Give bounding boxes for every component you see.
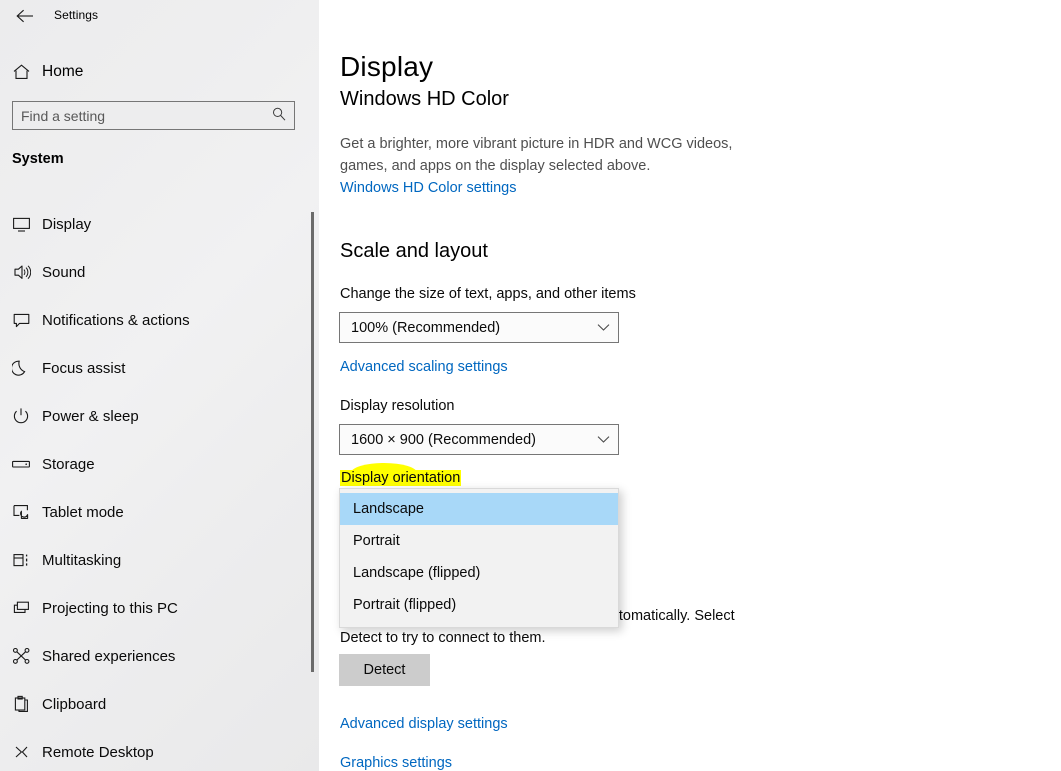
- sidebar-item-storage[interactable]: Storage: [0, 440, 300, 488]
- multitasking-icon: [0, 552, 42, 569]
- scale-dropdown[interactable]: 100% (Recommended): [339, 312, 619, 343]
- title-bar: Settings: [0, 0, 319, 32]
- sidebar-item-label: Clipboard: [42, 695, 107, 713]
- sidebar-item-projecting[interactable]: Projecting to this PC: [0, 584, 300, 632]
- dropdown-option-portrait[interactable]: Portrait: [340, 525, 618, 557]
- sidebar-item-multitasking[interactable]: Multitasking: [0, 536, 300, 584]
- chat-bubble-icon: [0, 312, 42, 329]
- resolution-dropdown-value: 1600 × 900 (Recommended): [351, 431, 536, 448]
- sidebar-item-label: Home: [42, 63, 84, 80]
- sidebar-item-label: Projecting to this PC: [42, 599, 178, 617]
- search-button[interactable]: [264, 102, 294, 129]
- hd-color-heading: Windows HD Color: [340, 88, 509, 110]
- sidebar-item-display[interactable]: Display: [0, 200, 300, 248]
- scale-and-layout-heading: Scale and layout: [340, 240, 488, 262]
- sidebar-section-heading: System: [12, 151, 64, 167]
- sidebar-item-shared-experiences[interactable]: Shared experiences: [0, 632, 300, 680]
- sidebar-item-label: Tablet mode: [42, 503, 124, 521]
- sidebar-nav-list: Display Sound Notifications & actions Fo…: [0, 200, 312, 771]
- share-nodes-icon: [0, 647, 42, 665]
- dropdown-option-portrait-flipped[interactable]: Portrait (flipped): [340, 589, 618, 621]
- sidebar-item-remote-desktop[interactable]: Remote Desktop: [0, 728, 300, 771]
- sidebar: Settings Home System: [0, 0, 319, 771]
- dropdown-option-landscape[interactable]: Landscape: [340, 493, 618, 525]
- sidebar-item-label: Focus assist: [42, 359, 126, 377]
- clipboard-icon: [0, 695, 42, 713]
- page-title: Display: [340, 51, 434, 82]
- resolution-label: Display resolution: [340, 398, 455, 414]
- sidebar-item-label: Multitasking: [42, 551, 122, 569]
- orientation-dropdown-list[interactable]: Landscape Portrait Landscape (flipped) P…: [339, 488, 619, 628]
- chevron-down-icon: [588, 323, 618, 332]
- drive-icon: [0, 457, 42, 471]
- sidebar-item-tablet-mode[interactable]: Tablet mode: [0, 488, 300, 536]
- advanced-display-settings-link[interactable]: Advanced display settings: [340, 716, 508, 732]
- detect-button[interactable]: Detect: [339, 654, 430, 686]
- sidebar-item-label: Remote Desktop: [42, 743, 154, 761]
- sidebar-item-label: Storage: [42, 455, 95, 473]
- projecting-icon: [0, 600, 42, 616]
- scale-label: Change the size of text, apps, and other…: [340, 286, 636, 302]
- back-arrow-icon: [15, 8, 35, 24]
- monitor-icon: [0, 216, 42, 233]
- remote-desktop-icon: [0, 744, 42, 760]
- sidebar-item-label: Shared experiences: [42, 647, 176, 665]
- main-content: Display Windows HD Color Get a brighter,…: [319, 0, 1061, 771]
- search-box[interactable]: [12, 101, 295, 130]
- orientation-label: Display orientation: [340, 470, 462, 486]
- speaker-icon: [0, 264, 42, 281]
- sidebar-item-sound[interactable]: Sound: [0, 248, 300, 296]
- chevron-down-icon: [588, 435, 618, 444]
- sidebar-scrollbar-thumb[interactable]: [311, 212, 314, 672]
- back-button[interactable]: [6, 0, 44, 32]
- search-icon: [271, 106, 287, 125]
- advanced-scaling-settings-link[interactable]: Advanced scaling settings: [340, 359, 508, 375]
- tablet-touch-icon: [0, 503, 42, 521]
- search-input[interactable]: [13, 102, 264, 129]
- sidebar-item-home[interactable]: Home: [0, 54, 300, 90]
- window-title: Settings: [54, 8, 99, 22]
- power-icon: [0, 407, 42, 425]
- moon-icon: [0, 359, 42, 377]
- sidebar-item-notifications[interactable]: Notifications & actions: [0, 296, 300, 344]
- resolution-dropdown[interactable]: 1600 × 900 (Recommended): [339, 424, 619, 455]
- sidebar-item-clipboard[interactable]: Clipboard: [0, 680, 300, 728]
- graphics-settings-link[interactable]: Graphics settings: [340, 755, 452, 771]
- hd-color-description: Get a brighter, more vibrant picture in …: [340, 136, 733, 174]
- dropdown-option-landscape-flipped[interactable]: Landscape (flipped): [340, 557, 618, 589]
- sidebar-item-label: Notifications & actions: [42, 311, 190, 329]
- sidebar-item-label: Power & sleep: [42, 407, 139, 425]
- settings-window: Settings Home System: [0, 0, 1061, 771]
- sidebar-item-label: Display: [42, 215, 92, 233]
- scale-dropdown-value: 100% (Recommended): [351, 319, 501, 336]
- home-icon: [0, 63, 42, 81]
- sidebar-item-focus-assist[interactable]: Focus assist: [0, 344, 300, 392]
- sidebar-item-label: Sound: [42, 263, 86, 281]
- sidebar-item-power-sleep[interactable]: Power & sleep: [0, 392, 300, 440]
- hd-color-settings-link[interactable]: Windows HD Color settings: [340, 180, 516, 196]
